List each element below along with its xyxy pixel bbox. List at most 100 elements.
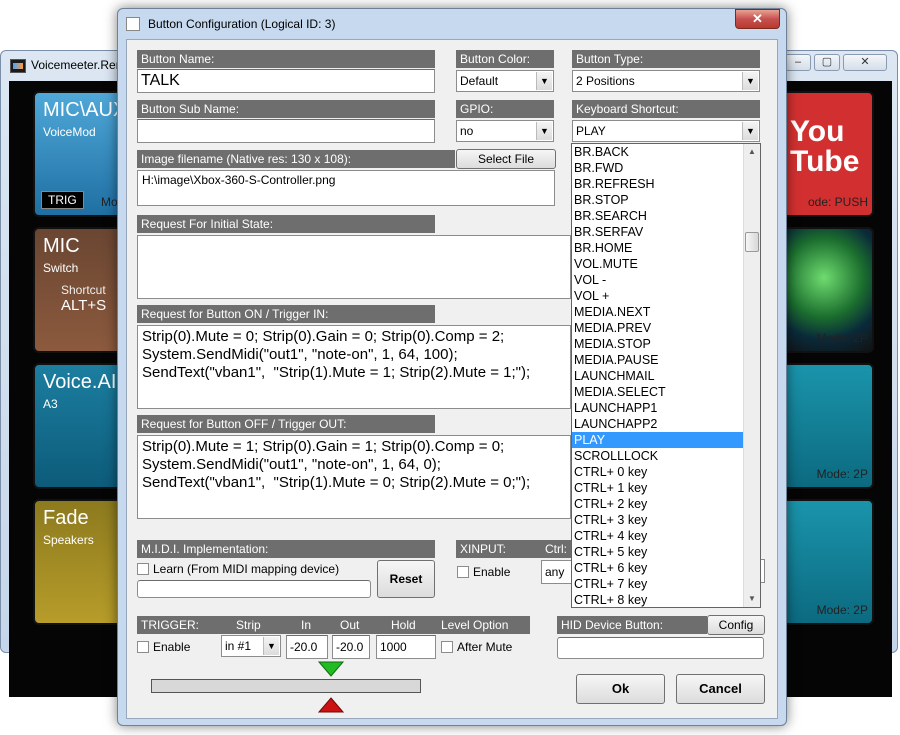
tile-mode: Mode: 2P: [816, 331, 868, 345]
shortcut-option[interactable]: CTRL+ 5 key: [572, 544, 760, 560]
trigger-enable-checkbox[interactable]: Enable: [137, 640, 190, 654]
shortcut-option[interactable]: BR.SERFAV: [572, 224, 760, 240]
hid-device-label: HID Device Button:: [557, 616, 707, 634]
button-name-input[interactable]: TALK: [137, 69, 435, 93]
tile-mode: ode: PUSH: [807, 195, 868, 209]
tile-title: MIC\AUX: [43, 99, 127, 121]
tile-right-3[interactable]: Mode: 2P: [774, 363, 874, 489]
tile-subtitle: Speakers: [43, 533, 94, 547]
xinput-ctrl-select[interactable]: any: [541, 560, 571, 584]
shortcut-option[interactable]: BR.SEARCH: [572, 208, 760, 224]
tile-globe[interactable]: Mode: 2P: [774, 227, 874, 353]
shortcut-option[interactable]: BR.FWD: [572, 160, 760, 176]
shortcut-option[interactable]: MEDIA.STOP: [572, 336, 760, 352]
button-sub-name-input[interactable]: [137, 119, 435, 143]
shortcut-option[interactable]: LAUNCHMAIL: [572, 368, 760, 384]
gpio-select[interactable]: no ▼: [456, 120, 554, 142]
scroll-down-arrow-icon[interactable]: ▼: [744, 591, 760, 607]
midi-learn-text: Learn (From MIDI mapping device): [153, 562, 340, 576]
trig-badge: TRIG: [41, 191, 84, 209]
checkbox-box: [441, 641, 453, 653]
keyboard-shortcut-dropdown-list[interactable]: BR.BACK BR.FWD BR.REFRESH BR.STOP BR.SEARCH B…: [571, 143, 761, 608]
chevron-down-icon: ▼: [536, 122, 552, 140]
midi-mapping-field[interactable]: [137, 580, 371, 598]
button-type-select[interactable]: 2 Positions ▼: [572, 70, 760, 92]
after-mute-text: After Mute: [457, 640, 513, 654]
shortcut-option[interactable]: CTRL+ 8 key: [572, 592, 760, 607]
hid-config-button[interactable]: Config: [707, 615, 765, 635]
trigger-out-input[interactable]: -20.0: [332, 635, 370, 659]
app-icon: [10, 59, 26, 73]
trigger-in-input[interactable]: -20.0: [286, 635, 328, 659]
shortcut-option[interactable]: BR.HOME: [572, 240, 760, 256]
dropdown-items: BR.BACK BR.FWD BR.REFRESH BR.STOP BR.SEARCH B…: [572, 144, 760, 607]
shortcut-option[interactable]: MEDIA.NEXT: [572, 304, 760, 320]
trigger-hold-input[interactable]: 1000: [376, 635, 436, 659]
shortcut-option[interactable]: VOL.MUTE: [572, 256, 760, 272]
shortcut-option[interactable]: MEDIA.PAUSE: [572, 352, 760, 368]
button-name-label: Button Name:: [137, 50, 435, 68]
tile-right-4[interactable]: Mode: 2P: [774, 499, 874, 625]
background-close-button[interactable]: ✕: [843, 54, 887, 71]
maximize-button[interactable]: ▢: [814, 54, 840, 71]
shortcut-option[interactable]: CTRL+ 7 key: [572, 576, 760, 592]
shortcut-option[interactable]: MEDIA.PREV: [572, 320, 760, 336]
shortcut-option[interactable]: MEDIA.SELECT: [572, 384, 760, 400]
image-filename-input[interactable]: H:\image\Xbox-360-S-Controller.png: [137, 170, 555, 206]
xinput-field-end: [761, 559, 765, 583]
scroll-up-arrow-icon[interactable]: ▲: [744, 144, 760, 160]
shortcut-option[interactable]: BR.STOP: [572, 192, 760, 208]
keyboard-shortcut-value: PLAY: [576, 124, 606, 138]
after-mute-checkbox[interactable]: After Mute: [441, 640, 512, 654]
trigger-level-meter[interactable]: [151, 679, 421, 693]
checkbox-box: [137, 563, 149, 575]
shortcut-option[interactable]: LAUNCHAPP1: [572, 400, 760, 416]
tile-mode: Mode: 2P: [816, 603, 868, 617]
midi-learn-checkbox[interactable]: Learn (From MIDI mapping device): [137, 562, 339, 576]
trigger-out-textarea[interactable]: Strip(0).Mute = 1; Strip(0).Gain = 1; St…: [137, 435, 571, 519]
shortcut-option[interactable]: CTRL+ 1 key: [572, 480, 760, 496]
trigger-strip-select[interactable]: in #1 ▼: [221, 635, 281, 657]
shortcut-option[interactable]: CTRL+ 3 key: [572, 512, 760, 528]
shortcut-option[interactable]: VOL -: [572, 272, 760, 288]
shortcut-option[interactable]: CTRL+ 0 key: [572, 464, 760, 480]
tile-youtube[interactable]: You Tube ode: PUSH: [774, 91, 874, 217]
minimize-button[interactable]: –: [785, 54, 811, 71]
trigger-in-textarea[interactable]: Strip(0).Mute = 0; Strip(0).Gain = 0; St…: [137, 325, 571, 409]
shortcut-option[interactable]: CTRL+ 6 key: [572, 560, 760, 576]
scroll-thumb[interactable]: [745, 232, 759, 252]
hid-device-field[interactable]: [557, 637, 764, 659]
keyboard-shortcut-select[interactable]: PLAY ▼: [572, 120, 760, 142]
checkbox-box: [457, 566, 469, 578]
trigger-in-label: Request for Button ON / Trigger IN:: [137, 305, 435, 323]
shortcut-option[interactable]: BR.REFRESH: [572, 176, 760, 192]
shortcut-option[interactable]: BR.BACK: [572, 144, 760, 160]
button-color-select[interactable]: Default ▼: [456, 70, 554, 92]
trigger-out-label: Request for Button OFF / Trigger OUT:: [137, 415, 435, 433]
shortcut-option[interactable]: LAUNCHAPP2: [572, 416, 760, 432]
select-file-button[interactable]: Select File: [456, 149, 556, 169]
tile-title: Voice.AI: [43, 371, 117, 393]
shortcut-option[interactable]: CTRL+ 4 key: [572, 528, 760, 544]
cancel-button[interactable]: Cancel: [676, 674, 765, 704]
ok-button[interactable]: Ok: [576, 674, 665, 704]
chevron-down-icon: ▼: [742, 122, 758, 140]
trigger-out-label-text: Out: [340, 618, 360, 632]
trigger-in-marker-icon[interactable]: [318, 661, 344, 677]
button-color-value: Default: [460, 74, 499, 88]
trigger-level-label: Level Option: [441, 618, 509, 632]
xinput-enable-checkbox[interactable]: Enable: [457, 565, 510, 579]
initial-state-textarea[interactable]: [137, 235, 571, 299]
dropdown-scrollbar[interactable]: ▲ ▼: [743, 144, 760, 607]
reset-button[interactable]: Reset: [377, 560, 435, 598]
chevron-down-icon: ▼: [536, 72, 552, 90]
shortcut-option[interactable]: CTRL+ 2 key: [572, 496, 760, 512]
trigger-out-marker-icon[interactable]: [318, 697, 344, 713]
dialog-close-button[interactable]: ✕: [735, 9, 780, 29]
shortcut-option[interactable]: SCROLLLOCK: [572, 448, 760, 464]
shortcut-option[interactable]: VOL +: [572, 288, 760, 304]
xinput-ctrl-label: Ctrl:: [545, 542, 567, 556]
shortcut-option[interactable]: PLAY: [572, 432, 760, 448]
gpio-label: GPIO:: [456, 100, 554, 118]
midi-label: M.I.D.I. Implementation:: [137, 540, 435, 558]
